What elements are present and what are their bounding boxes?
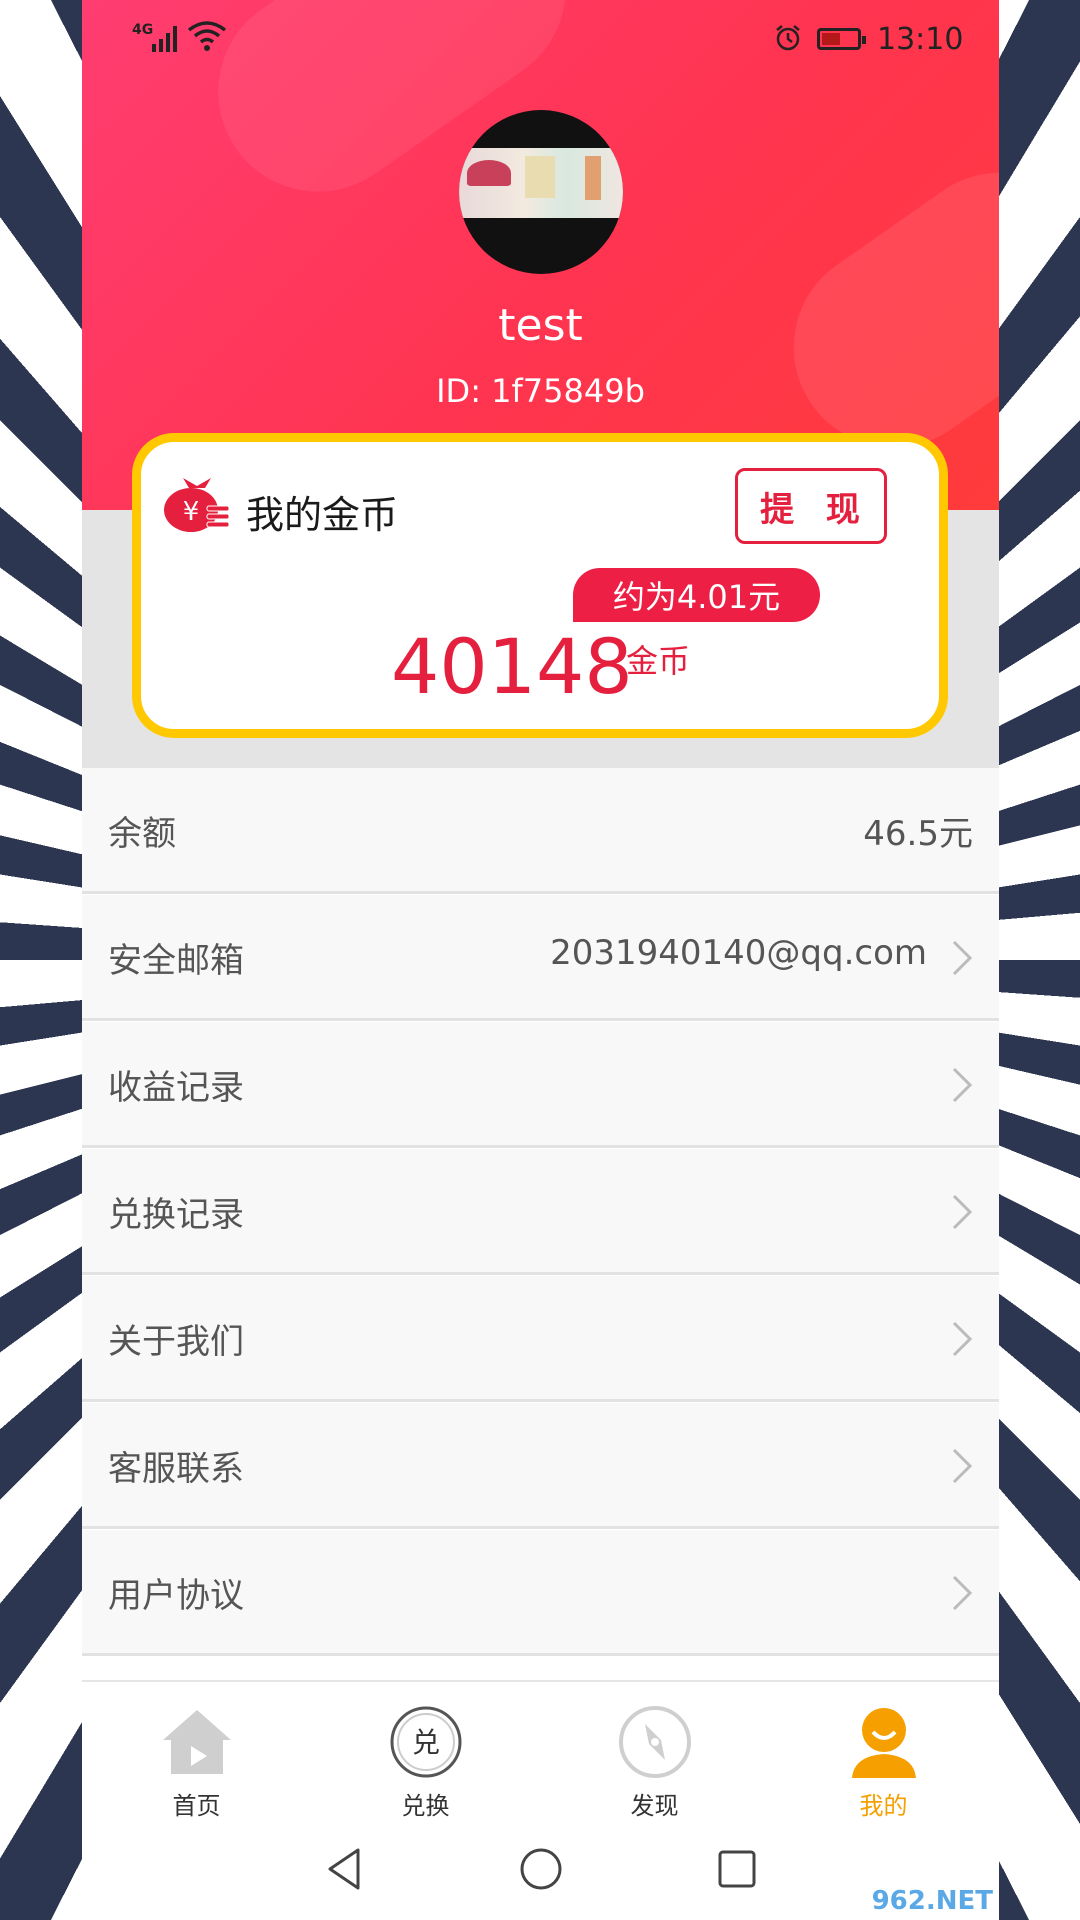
menu-row-label: 关于我们: [108, 1322, 244, 1362]
app-screen: 4G 13:10 test ID: 1f75849b ¥ 我的金币 提 现 约为…: [82, 0, 999, 1920]
menu-row-about[interactable]: 关于我们: [82, 1276, 999, 1402]
tab-discover[interactable]: 发现: [540, 1682, 769, 1822]
menu-row-email[interactable]: 安全邮箱 2031940140@qq.com: [82, 895, 999, 1021]
coin-card: ¥ 我的金币 提 现 约为4.01元 40148 金币: [132, 433, 948, 738]
menu-row-label: 安全邮箱: [108, 941, 244, 981]
chevron-right-icon: [952, 940, 973, 976]
avatar[interactable]: [459, 110, 623, 274]
tab-label: 我的: [859, 1792, 908, 1820]
tab-home[interactable]: 首页: [82, 1682, 311, 1822]
tab-label: 兑换: [401, 1792, 450, 1820]
money-bag-icon: ¥: [164, 478, 230, 532]
menu-row-value: 46.5元: [863, 814, 973, 854]
alarm-icon: [776, 25, 800, 51]
home-icon: [163, 1710, 231, 1774]
recents-icon[interactable]: [712, 1844, 762, 1894]
wifi-icon: [187, 21, 227, 51]
menu-row-label: 收益记录: [108, 1068, 244, 1108]
coin-card-title: 我的金币: [246, 493, 399, 537]
exchange-icon-glyph: 兑: [412, 1726, 440, 1759]
compass-icon: [619, 1706, 691, 1778]
network-type: 4G: [132, 22, 154, 38]
signal-icon: [152, 26, 180, 52]
user-icon: [852, 1708, 916, 1778]
menu-row-support[interactable]: 客服联系: [82, 1403, 999, 1529]
home-circle-icon[interactable]: [516, 1844, 566, 1894]
username: test: [498, 300, 583, 351]
coin-unit: 金币: [626, 642, 691, 680]
user-id: ID: 1f75849b: [436, 372, 645, 410]
menu-row-value: 2031940140@qq.com: [550, 933, 927, 973]
menu-row-label: 余额: [108, 814, 176, 854]
exchange-icon: 兑: [390, 1706, 462, 1778]
watermark: 962.NET: [871, 1886, 993, 1916]
tab-mine[interactable]: 我的: [769, 1682, 998, 1822]
menu-row-agreement[interactable]: 用户协议: [82, 1530, 999, 1656]
chevron-right-icon: [952, 1448, 973, 1484]
status-time: 13:10: [877, 22, 964, 57]
bottom-tab-bar: 首页 兑 兑换 发现 我的: [82, 1680, 999, 1822]
menu-row-balance: 余额 46.5元: [82, 768, 999, 894]
menu-row-exchange-history[interactable]: 兑换记录: [82, 1149, 999, 1275]
svg-text:¥: ¥: [183, 497, 200, 527]
menu-row-label: 兑换记录: [108, 1195, 244, 1235]
battery-icon: [817, 28, 866, 50]
withdraw-button[interactable]: 提 现: [735, 468, 887, 544]
chevron-right-icon: [952, 1321, 973, 1357]
tab-label: 首页: [172, 1792, 221, 1820]
approx-value-badge: 约为4.01元: [573, 568, 820, 622]
menu-row-label: 客服联系: [108, 1449, 244, 1489]
coin-amount: 40148: [391, 622, 633, 711]
tab-exchange[interactable]: 兑 兑换: [311, 1682, 540, 1822]
chevron-right-icon: [952, 1194, 973, 1230]
chevron-right-icon: [952, 1575, 973, 1611]
menu-row-earnings[interactable]: 收益记录: [82, 1022, 999, 1148]
chevron-right-icon: [952, 1067, 973, 1103]
menu-row-label: 用户协议: [108, 1576, 244, 1616]
tab-label: 发现: [630, 1792, 679, 1820]
back-icon[interactable]: [320, 1844, 370, 1894]
system-navigation-bar: 962.NET: [82, 1820, 999, 1920]
status-bar: 4G 13:10: [82, 0, 999, 80]
